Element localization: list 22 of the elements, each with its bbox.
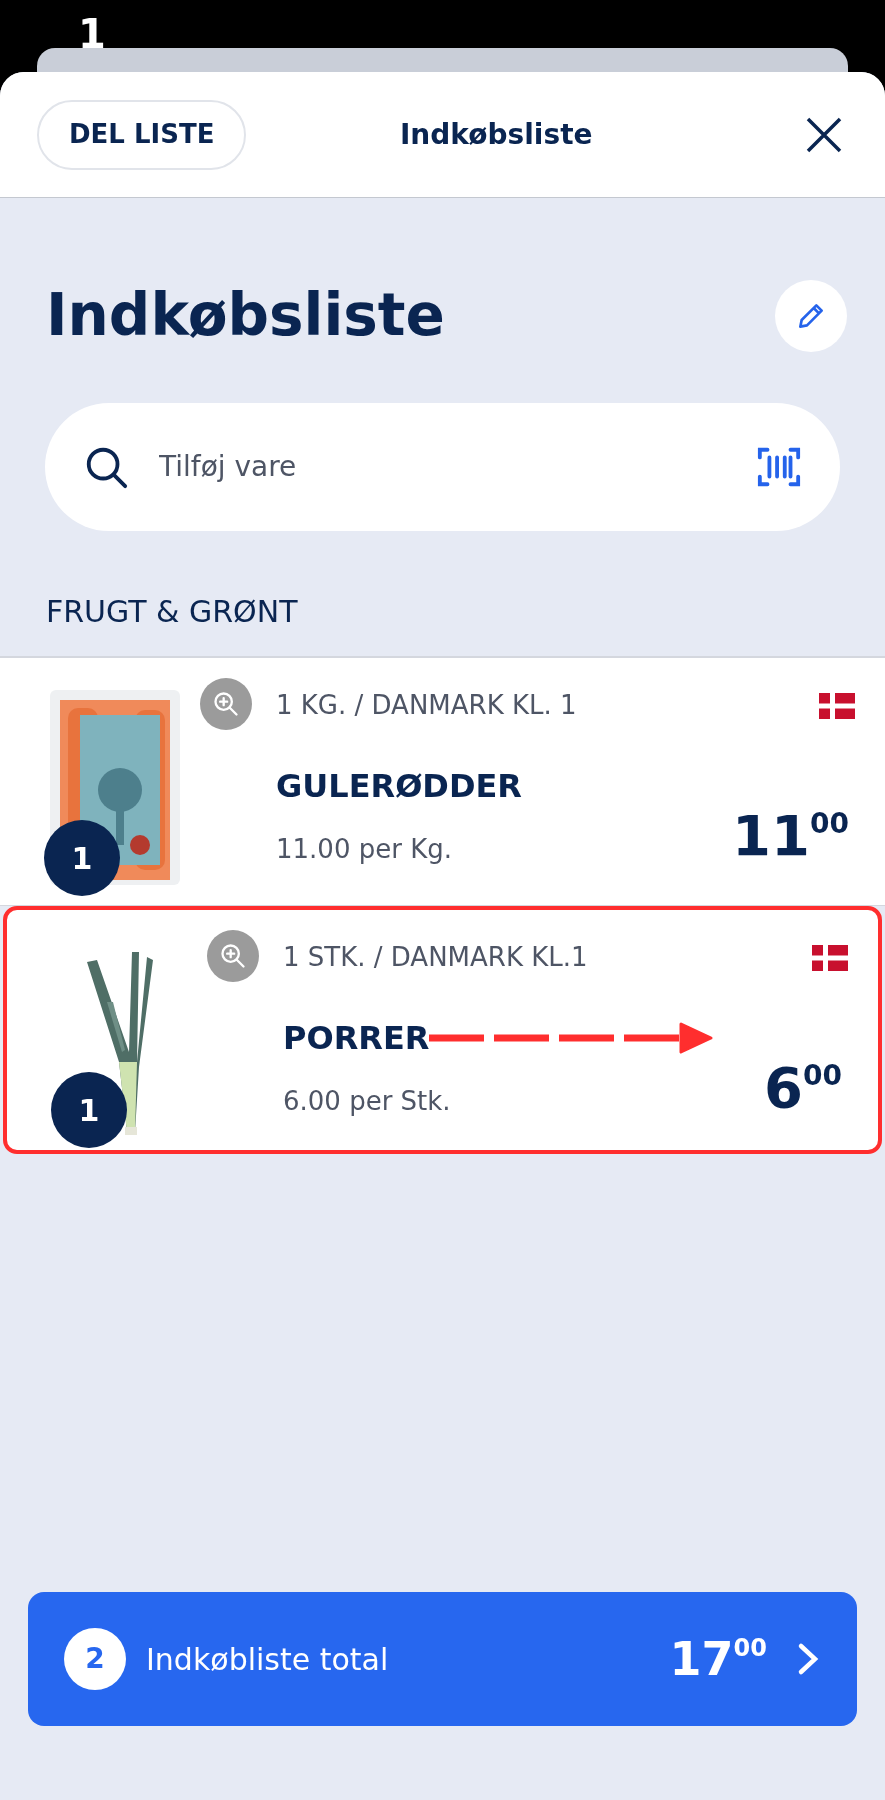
header-title: Indkøbsliste	[399, 116, 593, 153]
item-name: GULERØDDER	[276, 766, 522, 807]
chevron-right-icon	[797, 1642, 821, 1676]
section-header: FRUGT & GRØNT	[45, 593, 299, 631]
total-label: Indkøbliste total	[146, 1640, 389, 1679]
unit-price: 11.00 per Kg.	[276, 833, 452, 866]
share-button[interactable]: DEL LISTE	[37, 99, 247, 170]
page-title: Indkøbsliste	[46, 280, 445, 351]
count-badge: 2	[64, 1628, 126, 1690]
search-input[interactable]: Tilføj vare	[159, 446, 726, 488]
zoom-icon[interactable]	[207, 930, 259, 982]
annotation-number: 1	[78, 14, 106, 54]
flag-icon	[819, 692, 855, 719]
flag-icon	[812, 944, 848, 971]
item-size: 1 STK. / DANMARK KL.1	[283, 941, 588, 974]
item-name: PORRER	[283, 1018, 430, 1059]
quantity-badge: 1	[44, 820, 120, 896]
close-icon[interactable]	[806, 116, 842, 153]
item-size: 1 KG. / DANMARK KL. 1	[276, 689, 577, 722]
zoom-icon[interactable]	[200, 678, 252, 730]
quantity-badge: 1	[51, 1072, 127, 1148]
unit-price: 6.00 per Stk.	[283, 1085, 451, 1118]
